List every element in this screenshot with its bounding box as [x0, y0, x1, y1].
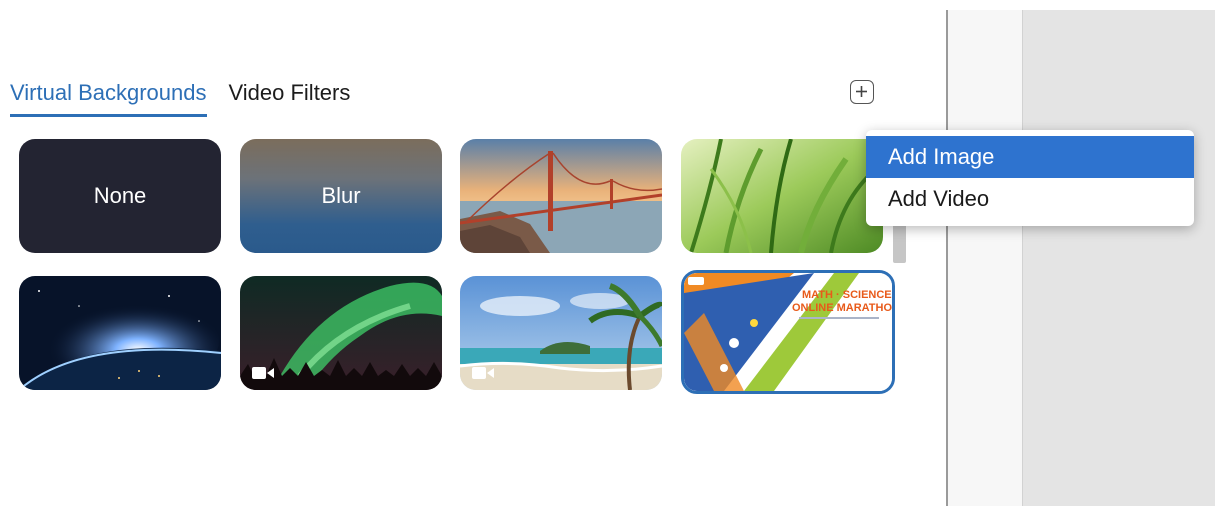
- background-none[interactable]: None: [19, 139, 221, 253]
- side-gutter: [948, 10, 1022, 506]
- tab-virtual-backgrounds[interactable]: Virtual Backgrounds: [10, 80, 207, 117]
- background-aurora[interactable]: [240, 276, 442, 390]
- background-custom-image-selected[interactable]: MATH · SCIENCE ONLINE MARATHON: [681, 270, 895, 394]
- menu-item-add-video[interactable]: Add Video: [866, 178, 1194, 220]
- add-background-button[interactable]: [850, 80, 874, 104]
- marathon-image: MATH · SCIENCE ONLINE MARATHON: [684, 273, 892, 391]
- right-panel: [1022, 10, 1215, 506]
- tab-video-filters[interactable]: Video Filters: [229, 80, 351, 117]
- background-beach[interactable]: [460, 276, 662, 390]
- plus-icon: [856, 86, 867, 97]
- background-earth-from-space[interactable]: [19, 276, 221, 390]
- video-camera-icon: [472, 367, 494, 379]
- tab-bar: Virtual Backgrounds Video Filters: [10, 80, 350, 117]
- background-label: None: [93, 183, 147, 208]
- background-golden-gate-bridge[interactable]: [460, 139, 662, 253]
- earth-image: [19, 276, 221, 390]
- video-camera-icon: [252, 367, 274, 379]
- marathon-title-line2: ONLINE MARATHON: [792, 302, 892, 314]
- background-label: Blur: [321, 183, 361, 208]
- background-blur[interactable]: Blur: [240, 139, 442, 253]
- marathon-title-line1: MATH · SCIENCE: [802, 289, 892, 301]
- grass-image: [681, 139, 883, 253]
- virtual-background-settings: Virtual Backgrounds Video Filters None B…: [0, 0, 1215, 506]
- background-grass[interactable]: [681, 139, 883, 253]
- bridge-image: [460, 139, 662, 253]
- menu-item-add-image[interactable]: Add Image: [866, 136, 1194, 178]
- add-background-menu: Add Image Add Video: [866, 130, 1194, 226]
